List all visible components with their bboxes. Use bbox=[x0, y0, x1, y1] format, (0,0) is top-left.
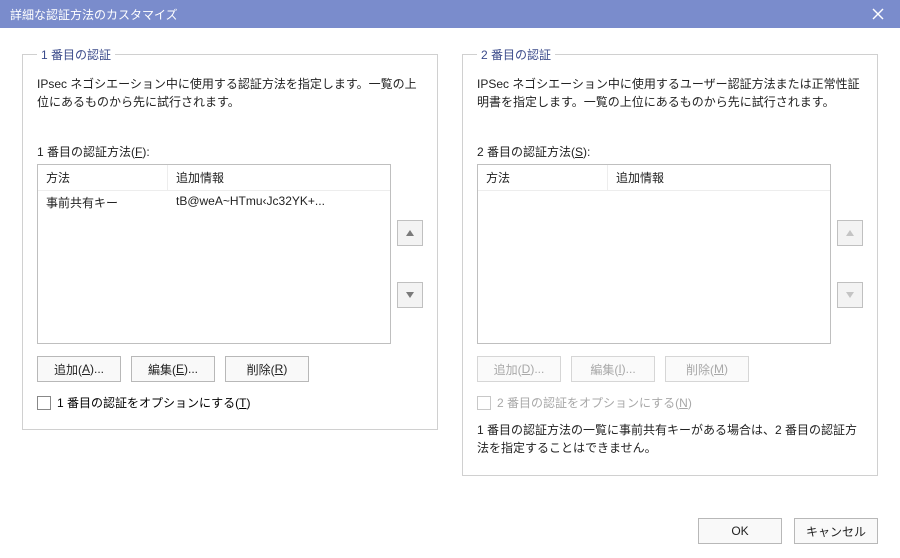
first-auth-legend: 1 番目の認証 bbox=[37, 46, 115, 63]
close-icon bbox=[872, 8, 884, 20]
checkbox-label: 1 番目の認証をオプションにする(T) bbox=[57, 394, 250, 411]
second-delete-button: 削除(M) bbox=[665, 356, 749, 382]
checkbox-label: 2 番目の認証をオプションにする(N) bbox=[497, 394, 692, 411]
close-button[interactable] bbox=[856, 0, 900, 28]
second-auth-group: 2 番目の認証 IPSec ネゴシエーション中に使用するユーザー認証方法または正… bbox=[462, 46, 878, 476]
cell-info: tB@weA~HTmu‹Jc32YK+... bbox=[168, 191, 390, 214]
second-optional-checkbox: 2 番目の認証をオプションにする(N) bbox=[477, 394, 863, 411]
second-auth-desc: IPSec ネゴシエーション中に使用するユーザー認証方法または正常性証明書を指定… bbox=[477, 75, 863, 129]
move-down-button[interactable] bbox=[397, 282, 423, 308]
checkbox-box bbox=[477, 396, 491, 410]
col-method[interactable]: 方法 bbox=[38, 165, 168, 190]
second-auth-list[interactable]: 方法 追加情報 bbox=[477, 164, 831, 344]
col-info[interactable]: 追加情報 bbox=[608, 165, 830, 190]
list-item[interactable]: 事前共有キー tB@weA~HTmu‹Jc32YK+... bbox=[38, 191, 390, 214]
second-auth-sublabel: 2 番目の認証方法(S): bbox=[477, 143, 863, 160]
move-up-button[interactable] bbox=[397, 220, 423, 246]
second-auth-note: 1 番目の認証方法の一覧に事前共有キーがある場合は、2 番目の認証方法を指定する… bbox=[477, 421, 863, 457]
second-edit-button: 編集(I)... bbox=[571, 356, 655, 382]
first-add-button[interactable]: 追加(A)... bbox=[37, 356, 121, 382]
window-title: 詳細な認証方法のカスタマイズ bbox=[10, 6, 178, 23]
second-add-button: 追加(D)... bbox=[477, 356, 561, 382]
move-up-button[interactable] bbox=[837, 220, 863, 246]
list-header: 方法 追加情報 bbox=[38, 165, 390, 191]
checkbox-box bbox=[37, 396, 51, 410]
move-down-button[interactable] bbox=[837, 282, 863, 308]
chevron-up-icon bbox=[845, 228, 855, 238]
first-delete-button[interactable]: 削除(R) bbox=[225, 356, 309, 382]
first-optional-checkbox[interactable]: 1 番目の認証をオプションにする(T) bbox=[37, 394, 423, 411]
first-auth-list[interactable]: 方法 追加情報 事前共有キー tB@weA~HTmu‹Jc32YK+... bbox=[37, 164, 391, 344]
first-auth-sublabel: 1 番目の認証方法(F): bbox=[37, 143, 423, 160]
col-method[interactable]: 方法 bbox=[478, 165, 608, 190]
list-header: 方法 追加情報 bbox=[478, 165, 830, 191]
titlebar: 詳細な認証方法のカスタマイズ bbox=[0, 0, 900, 28]
second-auth-legend: 2 番目の認証 bbox=[477, 46, 555, 63]
col-info[interactable]: 追加情報 bbox=[168, 165, 390, 190]
first-edit-button[interactable]: 編集(E)... bbox=[131, 356, 215, 382]
cancel-button[interactable]: キャンセル bbox=[794, 518, 878, 544]
chevron-down-icon bbox=[405, 290, 415, 300]
chevron-up-icon bbox=[405, 228, 415, 238]
first-auth-group: 1 番目の認証 IPsec ネゴシエーション中に使用する認証方法を指定します。一… bbox=[22, 46, 438, 430]
chevron-down-icon bbox=[845, 290, 855, 300]
cell-method: 事前共有キー bbox=[38, 191, 168, 214]
ok-button[interactable]: OK bbox=[698, 518, 782, 544]
first-auth-desc: IPsec ネゴシエーション中に使用する認証方法を指定します。一覧の上位にあるも… bbox=[37, 75, 423, 129]
